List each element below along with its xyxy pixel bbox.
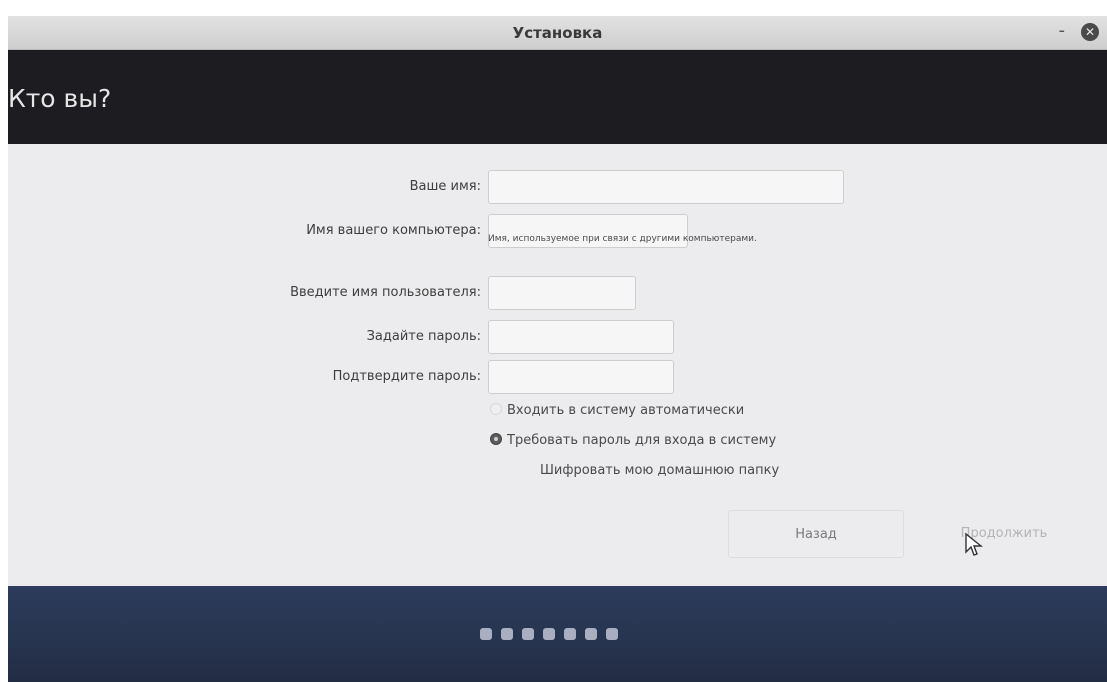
require-password-option[interactable]: Требовать пароль для входа в систему (490, 433, 776, 448)
computer-name-hint: Имя, используемое при связи с другими ко… (488, 234, 757, 244)
progress-step (564, 628, 576, 640)
continue-button[interactable]: Продолжить (916, 510, 1092, 558)
title-bar: Установка - ✕ (8, 16, 1107, 50)
back-button[interactable]: Назад (728, 510, 904, 558)
progress-dots (480, 628, 618, 640)
progress-step (606, 628, 618, 640)
encrypt-home-option[interactable]: Шифровать мою домашнюю папку (540, 463, 779, 478)
confirm-password-field[interactable] (488, 360, 674, 394)
name-label: Ваше имя: (409, 179, 481, 194)
name-row: Ваше имя: (8, 170, 1107, 204)
progress-step (585, 628, 597, 640)
auto-login-label: Входить в систему автоматически (507, 403, 745, 418)
username-field[interactable] (488, 276, 636, 310)
username-label: Введите имя пользователя: (290, 285, 481, 300)
auto-login-option[interactable]: Входить в систему автоматически (490, 403, 744, 418)
confirm-password-label: Подтвердите пароль: (332, 369, 481, 384)
username-row: Введите имя пользователя: (8, 276, 1107, 310)
page-header: Кто вы? (8, 50, 1107, 144)
password-row: Задайте пароль: (8, 320, 1107, 354)
require-password-radio[interactable] (490, 433, 502, 445)
password-label: Задайте пароль: (366, 329, 481, 344)
installer-window: Установка - ✕ Кто вы? Ваше имя: Имя ваше… (8, 16, 1107, 682)
mouse-pointer-icon (965, 532, 983, 556)
progress-step (480, 628, 492, 640)
computer-name-label: Имя вашего компьютера: (306, 223, 481, 238)
password-field[interactable] (488, 320, 674, 354)
form-area: Ваше имя: Имя вашего компьютера: Имя, ис… (8, 144, 1107, 586)
progress-footer (8, 586, 1107, 682)
auto-login-radio[interactable] (490, 403, 502, 415)
require-password-label: Требовать пароль для входа в систему (507, 433, 777, 448)
encrypt-home-label: Шифровать мою домашнюю папку (540, 463, 780, 478)
name-field[interactable] (488, 170, 844, 204)
page-title: Кто вы? (8, 84, 112, 113)
window-title: Установка (512, 24, 603, 42)
close-icon[interactable]: ✕ (1081, 23, 1099, 41)
progress-step (522, 628, 534, 640)
progress-step (501, 628, 513, 640)
minimize-icon[interactable]: - (1059, 20, 1066, 41)
progress-step (543, 628, 555, 640)
confirm-password-row: Подтвердите пароль: (8, 360, 1107, 394)
